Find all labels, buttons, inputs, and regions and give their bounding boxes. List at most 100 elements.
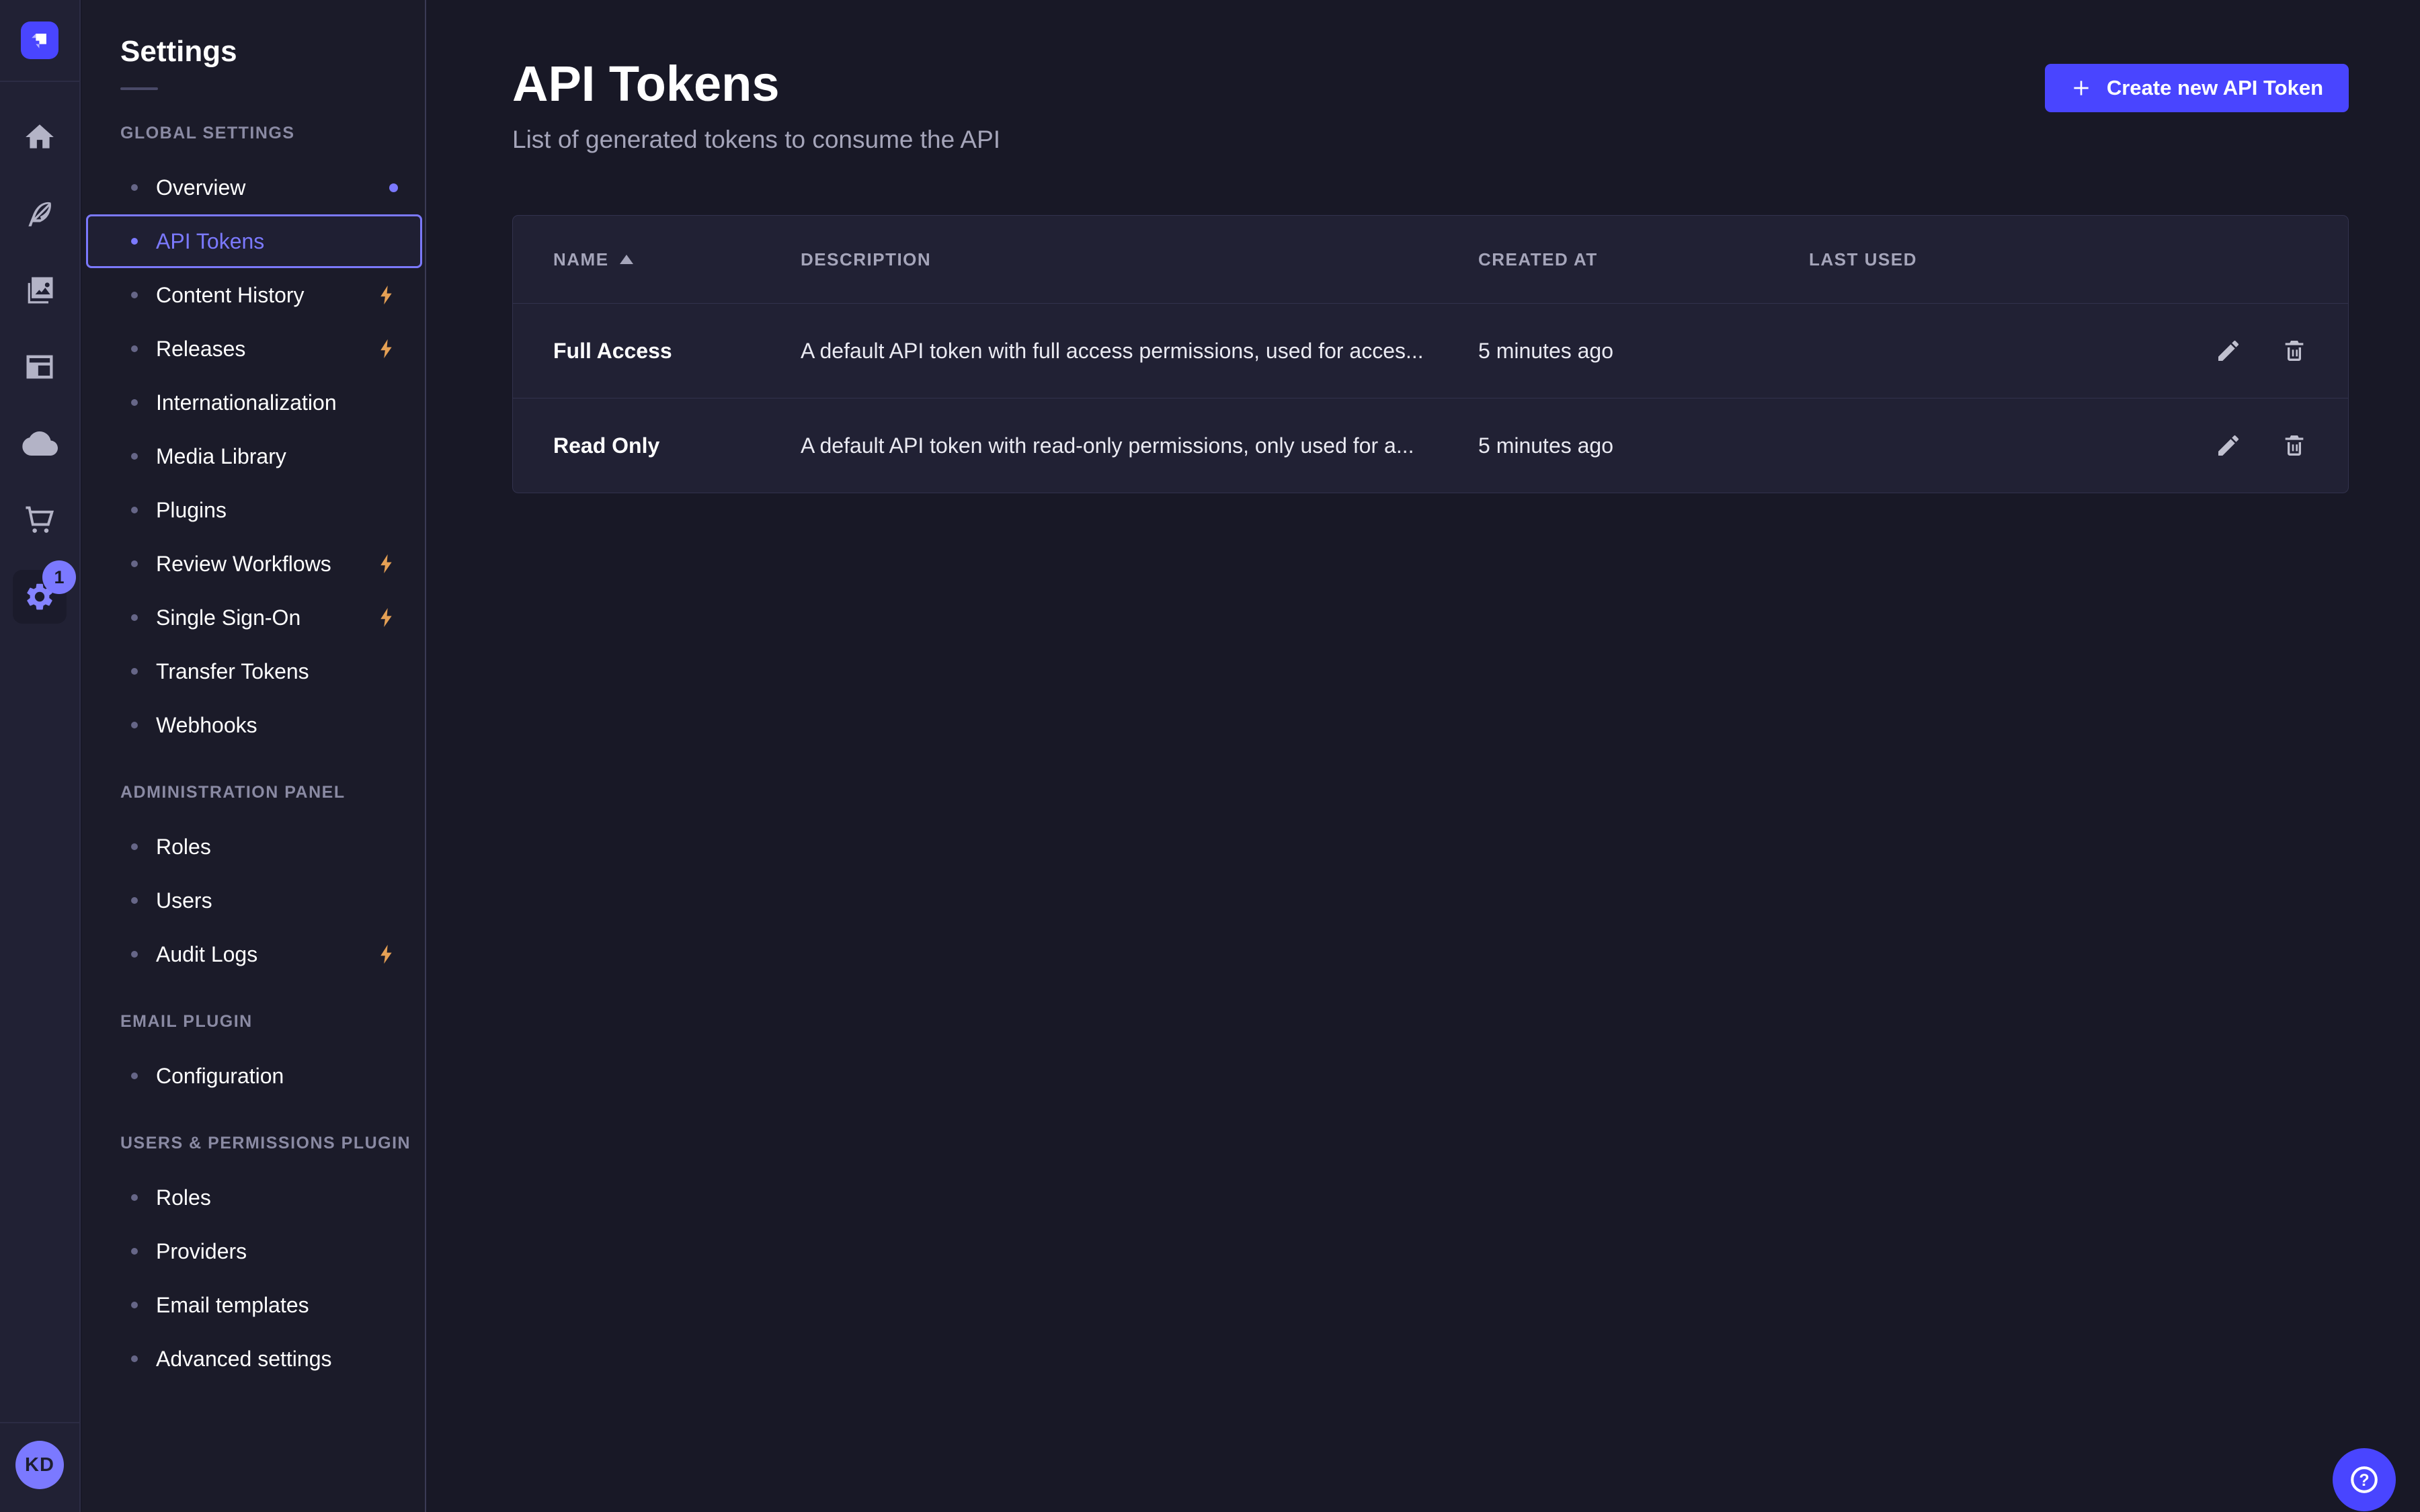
bullet — [131, 1248, 138, 1255]
delete-icon[interactable] — [2281, 432, 2308, 459]
strapi-logo[interactable] — [21, 22, 58, 59]
content-type-builder-icon[interactable] — [13, 340, 67, 394]
subnav-item-single-sign-on[interactable]: Single Sign-On — [86, 591, 422, 644]
logo-cell — [0, 0, 79, 82]
section-label-email-plugin: EMAIL PLUGIN — [120, 1012, 425, 1032]
bullet — [131, 238, 138, 245]
bullet — [131, 951, 138, 958]
subnav-item-up-providers[interactable]: Providers — [86, 1224, 422, 1278]
notification-dot — [389, 183, 398, 192]
create-api-token-button[interactable]: Create new API Token — [2045, 64, 2349, 112]
marketplace-cart-icon[interactable] — [13, 493, 67, 547]
subnav-item-label: Overview — [156, 175, 245, 200]
lightning-icon — [375, 606, 398, 629]
subnav-item-plugins[interactable]: Plugins — [86, 483, 422, 537]
token-description: A default API token with full access per… — [801, 339, 1478, 364]
section-label-users-permissions-plugin: USERS & PERMISSIONS PLUGIN — [120, 1134, 425, 1153]
subnav-title: Settings — [120, 35, 425, 69]
subnav-item-label: Internationalization — [156, 390, 337, 415]
subnav-item-up-roles[interactable]: Roles — [86, 1171, 422, 1224]
feather-icon[interactable] — [13, 187, 67, 241]
subnav-item-releases[interactable]: Releases — [86, 322, 422, 376]
lightning-icon — [375, 943, 398, 966]
svg-text:?: ? — [2359, 1471, 2369, 1490]
help-button[interactable]: ? — [2333, 1448, 2396, 1511]
edit-icon[interactable] — [2215, 337, 2242, 364]
main-content: API Tokens List of generated tokens to c… — [428, 0, 2420, 1512]
token-created-at: 5 minutes ago — [1478, 339, 1809, 364]
subnav-item-up-email-templates[interactable]: Email templates — [86, 1278, 422, 1332]
subnav-item-up-advanced-settings[interactable]: Advanced settings — [86, 1332, 422, 1386]
subnav-item-email-configuration[interactable]: Configuration — [86, 1049, 422, 1103]
subnav-item-label: Review Workflows — [156, 552, 331, 577]
subnav-item-label: Transfer Tokens — [156, 659, 309, 684]
subnav-item-content-history[interactable]: Content History — [86, 268, 422, 322]
settings-gear-icon[interactable]: 1 — [13, 570, 67, 624]
subnav-item-label: Audit Logs — [156, 942, 257, 967]
bullet — [131, 184, 138, 191]
bullet — [131, 453, 138, 460]
question-mark-icon: ? — [2347, 1462, 2382, 1497]
subnav-item-admin-users[interactable]: Users — [86, 874, 422, 927]
sort-ascending-icon — [620, 255, 633, 264]
token-name: Read Only — [553, 433, 801, 458]
api-tokens-table: NAME DESCRIPTION CREATED AT LAST USED Fu… — [512, 215, 2349, 493]
bullet — [131, 897, 138, 904]
subnav-item-webhooks[interactable]: Webhooks — [86, 698, 422, 752]
subnav-item-label: Plugins — [156, 498, 227, 523]
home-icon[interactable] — [13, 110, 67, 164]
row-actions — [2185, 432, 2308, 459]
subnav-item-label: Providers — [156, 1239, 247, 1264]
subnav-item-label: Media Library — [156, 444, 286, 469]
delete-icon[interactable] — [2281, 337, 2308, 364]
bullet — [131, 843, 138, 850]
subnav-item-transfer-tokens[interactable]: Transfer Tokens — [86, 644, 422, 698]
subnav-item-admin-roles[interactable]: Roles — [86, 820, 422, 874]
subnav-item-review-workflows[interactable]: Review Workflows — [86, 537, 422, 591]
subnav-item-audit-logs[interactable]: Audit Logs — [86, 927, 422, 981]
subnav-item-label: Advanced settings — [156, 1347, 332, 1372]
subnav-item-label: Users — [156, 888, 212, 913]
subnav-title-divider — [120, 87, 158, 90]
subnav-item-media-library[interactable]: Media Library — [86, 429, 422, 483]
bullet — [131, 1194, 138, 1201]
table-header-row: NAME DESCRIPTION CREATED AT LAST USED — [513, 216, 2348, 303]
subnav-item-label: Configuration — [156, 1064, 284, 1089]
subnav-item-label: Roles — [156, 1185, 211, 1210]
bullet — [131, 1355, 138, 1362]
cloud-icon[interactable] — [13, 417, 67, 470]
page-subtitle: List of generated tokens to consume the … — [512, 126, 1000, 154]
bullet — [131, 399, 138, 406]
media-library-icon[interactable] — [13, 263, 67, 317]
rail-icon-list: 1 — [13, 110, 67, 624]
user-avatar[interactable]: KD — [15, 1441, 64, 1489]
page-header: API Tokens List of generated tokens to c… — [428, 0, 2420, 154]
token-description: A default API token with read-only permi… — [801, 433, 1478, 458]
subnav-item-label: Content History — [156, 283, 305, 308]
column-header-description: DESCRIPTION — [801, 249, 1478, 270]
subnav-item-api-tokens[interactable]: API Tokens — [86, 214, 422, 268]
table-row-full-access[interactable]: Full Access A default API token with ful… — [513, 303, 2348, 398]
row-actions — [2185, 337, 2308, 364]
subnav-item-label: API Tokens — [156, 229, 264, 254]
settings-subnav: Settings GLOBAL SETTINGS Overview API To… — [82, 0, 426, 1512]
lightning-icon — [375, 552, 398, 575]
lightning-icon — [375, 284, 398, 306]
token-name: Full Access — [553, 339, 801, 364]
main-nav-rail: 1 KD — [0, 0, 81, 1512]
subnav-item-internationalization[interactable]: Internationalization — [86, 376, 422, 429]
subnav-item-overview[interactable]: Overview — [86, 161, 422, 214]
plus-icon — [2070, 77, 2092, 99]
page-header-text: API Tokens List of generated tokens to c… — [512, 56, 1000, 154]
rail-bottom: KD — [0, 1422, 79, 1512]
settings-notification-badge: 1 — [42, 560, 76, 594]
bullet — [131, 292, 138, 298]
bullet — [131, 668, 138, 675]
column-header-created-at: CREATED AT — [1478, 249, 1809, 270]
column-header-name[interactable]: NAME — [553, 249, 801, 270]
column-header-last-used: LAST USED — [1809, 249, 2185, 270]
bullet — [131, 345, 138, 352]
table-row-read-only[interactable]: Read Only A default API token with read-… — [513, 398, 2348, 493]
edit-icon[interactable] — [2215, 432, 2242, 459]
strapi-logo-glyph — [28, 29, 51, 52]
